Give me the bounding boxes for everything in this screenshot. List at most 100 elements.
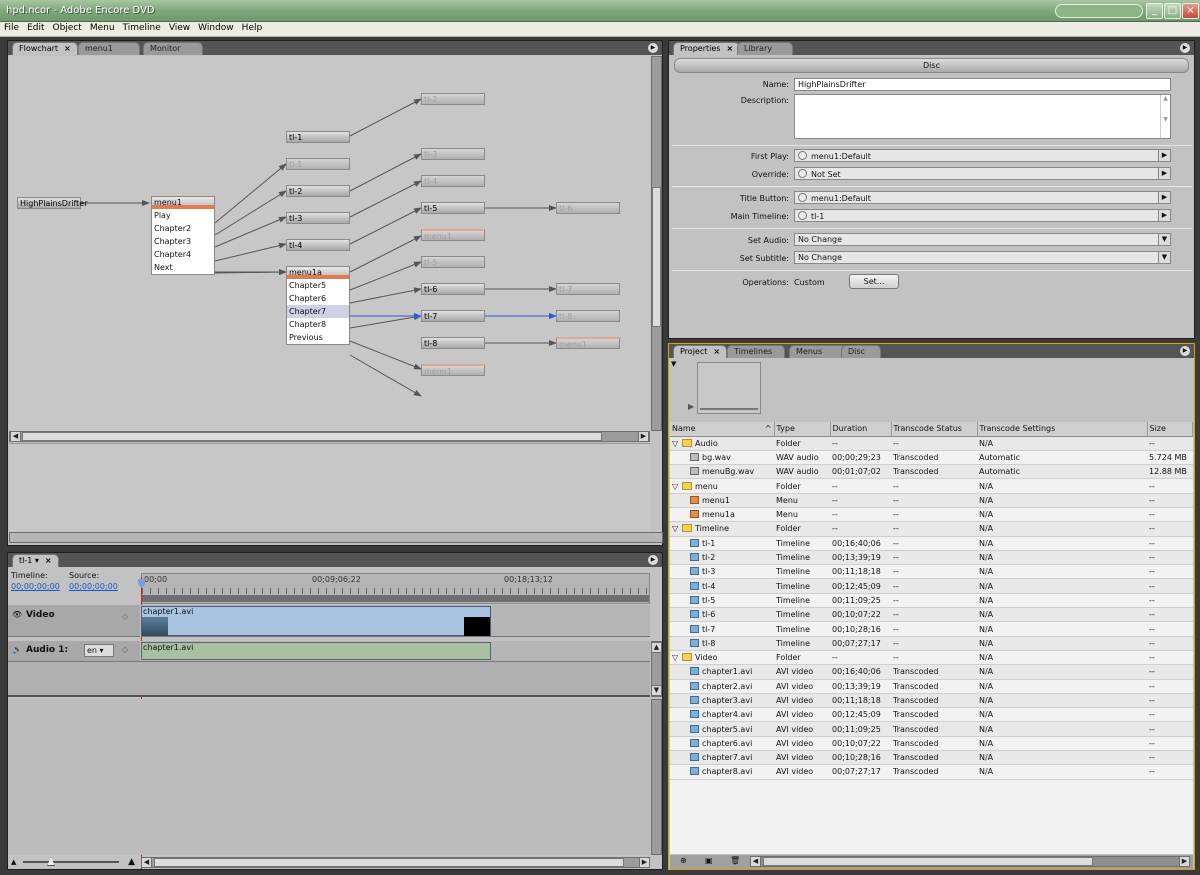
keyframe-nav-icon[interactable]: ◇: [122, 612, 128, 621]
menu-help[interactable]: Help: [238, 22, 267, 33]
flow-node-timeline[interactable]: tl-5: [421, 202, 485, 214]
scroll-left-icon[interactable]: ◀: [750, 856, 761, 867]
flow-node-timeline[interactable]: tl-6: [556, 202, 620, 214]
menu-file[interactable]: File: [0, 22, 23, 33]
menu-view[interactable]: View: [165, 22, 194, 33]
timeline-timecode[interactable]: 00;00;00;00: [11, 582, 60, 591]
col-header-transcode-settings[interactable]: Transcode Settings: [977, 422, 1148, 437]
zoom-out-icon[interactable]: ▲: [11, 858, 16, 866]
lower-scrollbar-h[interactable]: [9, 532, 663, 543]
project-scrollbar-h[interactable]: ◀ ▶: [750, 856, 1190, 867]
scroll-thumb[interactable]: [763, 857, 1093, 866]
table-row[interactable]: chapter4.avi AVI video 00;12;45;09 Transcod…: [670, 707, 1193, 723]
table-row[interactable]: chapter1.avi AVI video 00;16;40;06 Transcod…: [670, 664, 1193, 680]
flow-menu-button[interactable]: Chapter6: [287, 292, 349, 305]
panel-menu-icon[interactable]: ▶: [1180, 346, 1190, 356]
override-field[interactable]: Not Set ▶: [794, 167, 1171, 180]
timeline-scrollbar-h[interactable]: ◀ ▶: [141, 857, 650, 868]
scroll-thumb[interactable]: [652, 187, 661, 327]
arrow-right-icon[interactable]: ▶: [1158, 210, 1170, 221]
flow-node-timeline[interactable]: tl-5: [421, 256, 485, 268]
flow-node-timeline[interactable]: tl-7: [421, 310, 485, 322]
tab-properties[interactable]: Properties ×: [673, 42, 741, 55]
table-row[interactable]: tl-3 Timeline 00;11;18;18 -- N/A --: [670, 564, 1193, 580]
menu-menu[interactable]: Menu: [86, 22, 119, 33]
panel-menu-icon[interactable]: ▶: [1180, 43, 1190, 53]
table-row[interactable]: ▽ menu Folder -- -- N/A --: [670, 478, 1193, 494]
disclosure-triangle-icon[interactable]: ▽: [672, 439, 682, 448]
tab-library[interactable]: Library: [737, 42, 793, 55]
col-header-duration[interactable]: Duration: [830, 422, 892, 437]
scroll-right-icon[interactable]: ▶: [639, 857, 650, 868]
flow-menu-menu1a[interactable]: menu1a Chapter5 Chapter6 Chapter7 Chapte…: [286, 266, 350, 345]
first-play-field[interactable]: menu1:Default ▶: [794, 149, 1171, 162]
table-row[interactable]: chapter8.avi AVI video 00;07;27;17 Transcod…: [670, 764, 1193, 780]
scroll-up-icon[interactable]: ▲: [651, 642, 662, 653]
speaker-icon[interactable]: 🔈: [12, 645, 22, 654]
flow-node-timeline[interactable]: tl-4: [286, 239, 350, 251]
scroll-right-icon[interactable]: ▶: [638, 431, 649, 442]
flow-node-timeline[interactable]: tl-3: [286, 212, 350, 224]
table-row[interactable]: menu1 Menu -- -- N/A --: [670, 493, 1193, 508]
tab-menus[interactable]: Menus: [789, 345, 847, 358]
flow-menu-button[interactable]: Chapter8: [287, 318, 349, 331]
menu-timeline[interactable]: Timeline: [119, 22, 165, 33]
new-folder-icon[interactable]: ▣: [705, 856, 713, 865]
flow-node-timeline[interactable]: tl-1: [286, 158, 350, 170]
menu-edit[interactable]: Edit: [23, 22, 48, 33]
flow-node-timeline[interactable]: tl-1: [286, 131, 350, 143]
description-scrollbar[interactable]: ▲ ▼: [1160, 95, 1170, 138]
arrow-right-icon[interactable]: ▶: [1158, 192, 1170, 203]
pickwhip-icon[interactable]: [798, 211, 807, 220]
flow-menu-button[interactable]: Previous: [287, 331, 349, 344]
panel-menu-icon[interactable]: ▶: [648, 43, 658, 53]
pickwhip-icon[interactable]: [798, 193, 807, 202]
table-row[interactable]: ▽ Audio Folder -- -- N/A --: [670, 436, 1193, 451]
tab-disc[interactable]: Disc: [841, 345, 881, 358]
timeline-scrollbar-v[interactable]: ▲ ▼: [651, 641, 662, 697]
name-field[interactable]: HighPlainsDrifter: [794, 78, 1171, 91]
disclosure-triangle-icon[interactable]: ▽: [672, 482, 682, 491]
table-row[interactable]: tl-4 Timeline 00;12;45;09 -- N/A --: [670, 578, 1193, 594]
flow-menu-button[interactable]: Chapter5: [287, 279, 349, 292]
disclosure-triangle-icon[interactable]: ▽: [672, 653, 682, 662]
table-row[interactable]: tl-6 Timeline 00;10;07;22 -- N/A --: [670, 607, 1193, 623]
set-subtitle-select[interactable]: No Change ▼: [794, 251, 1171, 264]
minimize-button[interactable]: _: [1146, 3, 1163, 19]
menu-object[interactable]: Object: [49, 22, 86, 33]
table-row[interactable]: tl-8 Timeline 00;07;27;17 -- N/A --: [670, 636, 1193, 651]
col-header-transcode-status[interactable]: Transcode Status: [891, 422, 978, 437]
flow-menu-button[interactable]: Chapter3: [152, 235, 214, 248]
table-row[interactable]: chapter7.avi AVI video 00;10;28;16 Transcod…: [670, 750, 1193, 766]
table-row[interactable]: chapter2.avi AVI video 00;13;39;19 Transcod…: [670, 679, 1193, 694]
set-audio-select[interactable]: No Change ▼: [794, 233, 1171, 246]
tab-menu1[interactable]: menu1: [78, 42, 140, 55]
tab-project[interactable]: Project ×: [673, 345, 728, 358]
tab-monitor[interactable]: Monitor: [143, 42, 203, 55]
pickwhip-icon[interactable]: [798, 169, 807, 178]
flow-menu-menu1[interactable]: menu1 Play Chapter2 Chapter3 Chapter4 Ne…: [151, 196, 215, 275]
flowchart-scrollbar-h[interactable]: ◀ ▶: [9, 431, 650, 442]
flow-node-timeline[interactable]: tl-7: [556, 283, 620, 295]
ruler-zoom-bar[interactable]: [142, 595, 649, 602]
table-row[interactable]: chapter3.avi AVI video 00;11;18;18 Transcod…: [670, 693, 1193, 709]
table-row[interactable]: tl-1 Timeline 00;16;40;06 -- N/A --: [670, 536, 1193, 551]
scroll-down-icon[interactable]: ▼: [651, 685, 662, 696]
table-row[interactable]: menu1a Menu -- -- N/A --: [670, 507, 1193, 523]
flow-node-timeline[interactable]: tl-4: [421, 175, 485, 187]
flow-node-menu[interactable]: menu1: [421, 229, 485, 241]
scroll-thumb[interactable]: [22, 432, 602, 441]
pickwhip-icon[interactable]: [798, 151, 807, 160]
tab-flowchart[interactable]: Flowchart ×: [12, 42, 78, 55]
flow-node-timeline[interactable]: tl-6: [421, 283, 485, 295]
flow-node-disc[interactable]: HighPlainsDrifter: [17, 197, 88, 209]
table-row[interactable]: ▽ Video Folder -- -- N/A --: [670, 650, 1193, 666]
close-button[interactable]: ×: [1182, 3, 1199, 19]
chevron-down-icon[interactable]: ▼: [1158, 252, 1170, 263]
zoom-slider[interactable]: ▲ ▲: [11, 857, 135, 868]
col-header-size[interactable]: Size: [1147, 422, 1193, 437]
flow-menu-button[interactable]: Chapter4: [152, 248, 214, 261]
table-row[interactable]: bg.wav WAV audio 00;00;29;23 Transcoded Auto…: [670, 450, 1193, 466]
table-row[interactable]: tl-2 Timeline 00;13;39;19 -- N/A --: [670, 550, 1193, 566]
preview-scrubber[interactable]: [700, 408, 758, 410]
